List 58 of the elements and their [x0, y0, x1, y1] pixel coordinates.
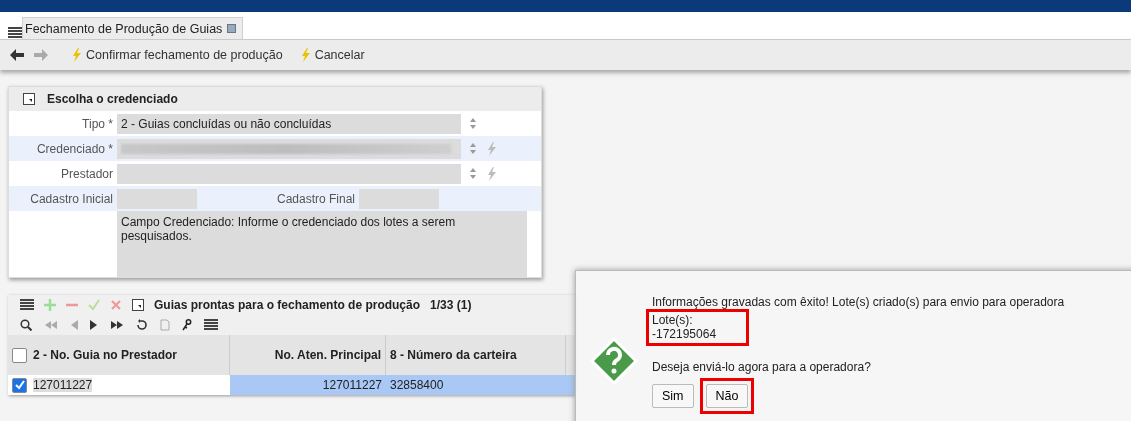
select-all-checkbox[interactable]	[12, 347, 27, 363]
list-icon[interactable]	[20, 299, 34, 311]
field-label: Credenciado *	[35, 141, 114, 156]
lote-number: -172195064	[652, 327, 717, 341]
list-icon[interactable]	[8, 27, 22, 39]
panel-title: Escolha o credenciado	[47, 92, 178, 106]
next-page-icon[interactable]	[90, 319, 98, 331]
last-page-icon[interactable]	[110, 319, 124, 331]
window-toggle-icon[interactable]	[23, 93, 35, 105]
toolbar-action[interactable]: Cancelar	[296, 46, 369, 64]
back-arrow-icon[interactable]	[10, 49, 24, 61]
spinner-arrows-icon[interactable]	[469, 167, 477, 180]
lightning-icon	[72, 48, 82, 62]
close-icon[interactable]	[110, 299, 122, 311]
lote-label: Lote(s):	[652, 313, 694, 327]
dialog-button[interactable]: Não	[705, 384, 749, 408]
search-icon[interactable]	[20, 319, 32, 331]
field-label: Cadastro Final	[277, 191, 356, 206]
select-field[interactable]: 2 - Guias concluídas ou não concluídas	[117, 113, 461, 134]
redacted-field[interactable]	[117, 138, 461, 159]
window-toggle-icon[interactable]	[132, 299, 144, 311]
key-icon[interactable]	[182, 319, 192, 331]
question-icon	[590, 337, 638, 385]
document-icon[interactable]	[160, 319, 170, 331]
dialog-question: Deseja enviá-lo agora para a operadora?	[652, 360, 872, 374]
dialog-message: Informações gravadas com êxito! Lote(s) criado(s) para envio para operadora	[652, 295, 1065, 309]
grid-row[interactable]: 127011227 127011227 32858400	[8, 375, 576, 395]
dialog-button[interactable]: Sim	[652, 384, 694, 408]
help-text-area[interactable]: Campo Credenciado: Informe o credenciado dos lotes a serem pesquisados.	[117, 211, 527, 277]
lightning-icon	[487, 141, 497, 156]
lightning-icon	[487, 166, 497, 181]
previous-page-icon[interactable]	[70, 319, 78, 331]
check-icon[interactable]	[88, 299, 100, 311]
field-label: Prestador	[59, 166, 114, 181]
grid-title: Guias prontas para o fechamento de produção	[154, 298, 421, 312]
spinner-arrows-icon[interactable]	[469, 117, 477, 130]
field-label: Tipo *	[81, 116, 114, 131]
forward-arrow-icon[interactable]	[34, 49, 48, 61]
page-tab[interactable]: Fechamento de Produção de Guias	[22, 17, 244, 39]
column-header: 8 - Número da carteira	[390, 348, 517, 362]
export-icon[interactable]	[204, 319, 218, 331]
input-field[interactable]	[117, 188, 197, 209]
table-cell: 32858400	[390, 378, 444, 392]
record-count: 1/33 (1)	[430, 298, 472, 312]
field-label: Cadastro Inicial	[29, 191, 114, 206]
column-header: 2 - No. Guia no Prestador	[33, 348, 178, 362]
table-cell: 127011227	[33, 378, 93, 392]
spinner-arrows-icon[interactable]	[469, 142, 477, 155]
refresh-icon[interactable]	[136, 319, 148, 331]
first-page-icon[interactable]	[44, 319, 58, 331]
lightning-icon	[300, 48, 311, 62]
table-cell: 127011227	[322, 378, 382, 392]
select-field[interactable]	[117, 163, 461, 184]
input-field[interactable]	[359, 188, 440, 209]
toolbar-action[interactable]: Confirmar fechamento de produção	[68, 46, 287, 64]
row-checkbox[interactable]	[12, 377, 27, 393]
column-header: No. Aten. Principal	[274, 348, 381, 362]
close-icon[interactable]	[227, 24, 237, 33]
